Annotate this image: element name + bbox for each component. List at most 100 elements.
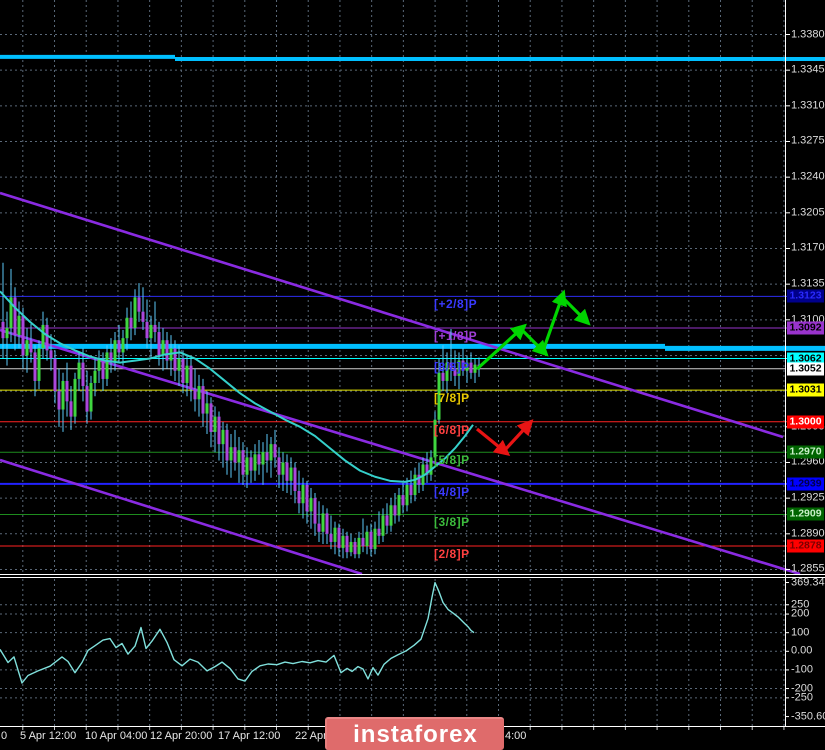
- candle-body: [329, 533, 333, 542]
- candle-body: [369, 531, 373, 550]
- candle-body: [205, 403, 209, 414]
- candle-body: [269, 444, 273, 461]
- bullish-forecast-arrow: [541, 289, 567, 352]
- candle-body: [221, 429, 225, 445]
- bullish-forecast-arrow: [560, 295, 591, 326]
- price-tick-label: 1.2890: [791, 527, 825, 540]
- candle-body: [53, 358, 57, 392]
- candle-body: [257, 454, 261, 465]
- price-level-box: 1.2878: [787, 539, 824, 553]
- price-level-box: 1.3052: [787, 362, 824, 376]
- indicator-scale-label: -250: [791, 691, 814, 704]
- candle-body: [317, 523, 321, 532]
- candle-body: [325, 513, 329, 534]
- candle-body: [349, 541, 353, 553]
- candle-body: [93, 370, 97, 383]
- murrey-level-label: [4/8]P: [434, 484, 470, 499]
- candle-body: [337, 527, 341, 549]
- indicator-scale-label: 369.3437: [791, 576, 825, 589]
- murrey-level-label: [2/8]P: [434, 547, 470, 562]
- price-tick-label: 1.3170: [791, 241, 825, 254]
- candle-body: [69, 401, 73, 417]
- candle-body: [265, 452, 269, 461]
- candle-body: [389, 505, 393, 526]
- candle-body: [357, 537, 361, 555]
- candle-body: [309, 498, 313, 512]
- candle-body: [365, 531, 369, 547]
- candle-body: [185, 365, 189, 383]
- candle-body: [161, 340, 165, 356]
- candle-body: [241, 450, 245, 475]
- indicator-scale-label: -100: [791, 663, 814, 676]
- candle-body: [193, 389, 197, 400]
- time-label: 10 Apr 04:00: [85, 730, 148, 742]
- murrey-level-label: [+2/8]P: [434, 297, 478, 312]
- candle-body: [1, 321, 5, 339]
- bearish-forecast-arrow: [502, 419, 534, 453]
- price-tick-label: 1.3135: [791, 277, 825, 290]
- price-tick-label: 1.3310: [791, 99, 825, 112]
- candle-body: [469, 362, 473, 373]
- candle-body: [25, 340, 29, 356]
- candle-body: [333, 527, 337, 542]
- candle-body: [293, 467, 297, 492]
- candle-body: [177, 358, 181, 371]
- candle-body: [261, 452, 265, 465]
- candle-body: [233, 447, 237, 463]
- candle-body: [37, 348, 41, 381]
- candle-body: [105, 352, 109, 379]
- candle-body: [297, 491, 301, 504]
- price-level-box: 1.3123: [787, 289, 824, 303]
- price-level-box: 1.3031: [787, 383, 824, 397]
- candle-body: [393, 505, 397, 516]
- murrey-level-label: [6/8]P: [434, 422, 470, 437]
- candle-body: [213, 416, 217, 432]
- time-label: 17 Apr 12:00: [218, 730, 281, 742]
- candle-body: [89, 382, 93, 412]
- candle-body: [189, 365, 193, 390]
- price-level-box: 1.2909: [787, 507, 824, 521]
- candle-body: [201, 386, 205, 414]
- candle-body: [85, 386, 89, 412]
- candle-body: [65, 380, 69, 402]
- time-label: 0: [1, 730, 8, 742]
- watermark-text: instaforex: [353, 720, 478, 748]
- candle-body: [345, 535, 349, 553]
- candle-body: [121, 338, 125, 353]
- time-label: 4:00: [505, 730, 527, 742]
- chart-canvas[interactable]: [0, 0, 825, 750]
- price-tick-label: 1.3380: [791, 28, 825, 40]
- candle-body: [313, 498, 317, 524]
- candle-body: [21, 315, 25, 356]
- candle-body: [401, 495, 405, 506]
- candle-body: [441, 372, 445, 381]
- candle-body: [49, 350, 53, 359]
- price-tick-label: 1.3345: [791, 63, 825, 76]
- candle-body: [141, 311, 145, 322]
- candle-body: [117, 340, 121, 353]
- candle-body: [305, 484, 309, 512]
- candle-body: [209, 403, 213, 432]
- price-level-box: 1.2970: [787, 445, 824, 459]
- bearish-forecast-arrow: [475, 427, 511, 457]
- candle-body: [57, 391, 61, 410]
- candle-body: [353, 541, 357, 555]
- candle-body: [341, 535, 345, 549]
- candle-body: [253, 454, 257, 471]
- candle-body: [197, 386, 201, 400]
- candle-body: [73, 378, 77, 417]
- price-tick-label: 1.3240: [791, 170, 825, 183]
- murrey-level-label: [3/8]P: [434, 515, 470, 530]
- candle-body: [153, 324, 157, 333]
- candle-body: [77, 362, 81, 379]
- candle-body: [113, 340, 117, 363]
- candle-body: [277, 457, 281, 475]
- candle-body: [273, 444, 277, 458]
- price-level-box: 1.3000: [787, 415, 824, 429]
- candle-body: [409, 484, 413, 496]
- candle-body: [165, 340, 169, 361]
- candle-body: [125, 317, 129, 339]
- price-tick-label: 1.3275: [791, 134, 825, 147]
- candle-body: [149, 324, 153, 339]
- candle-body: [281, 462, 285, 475]
